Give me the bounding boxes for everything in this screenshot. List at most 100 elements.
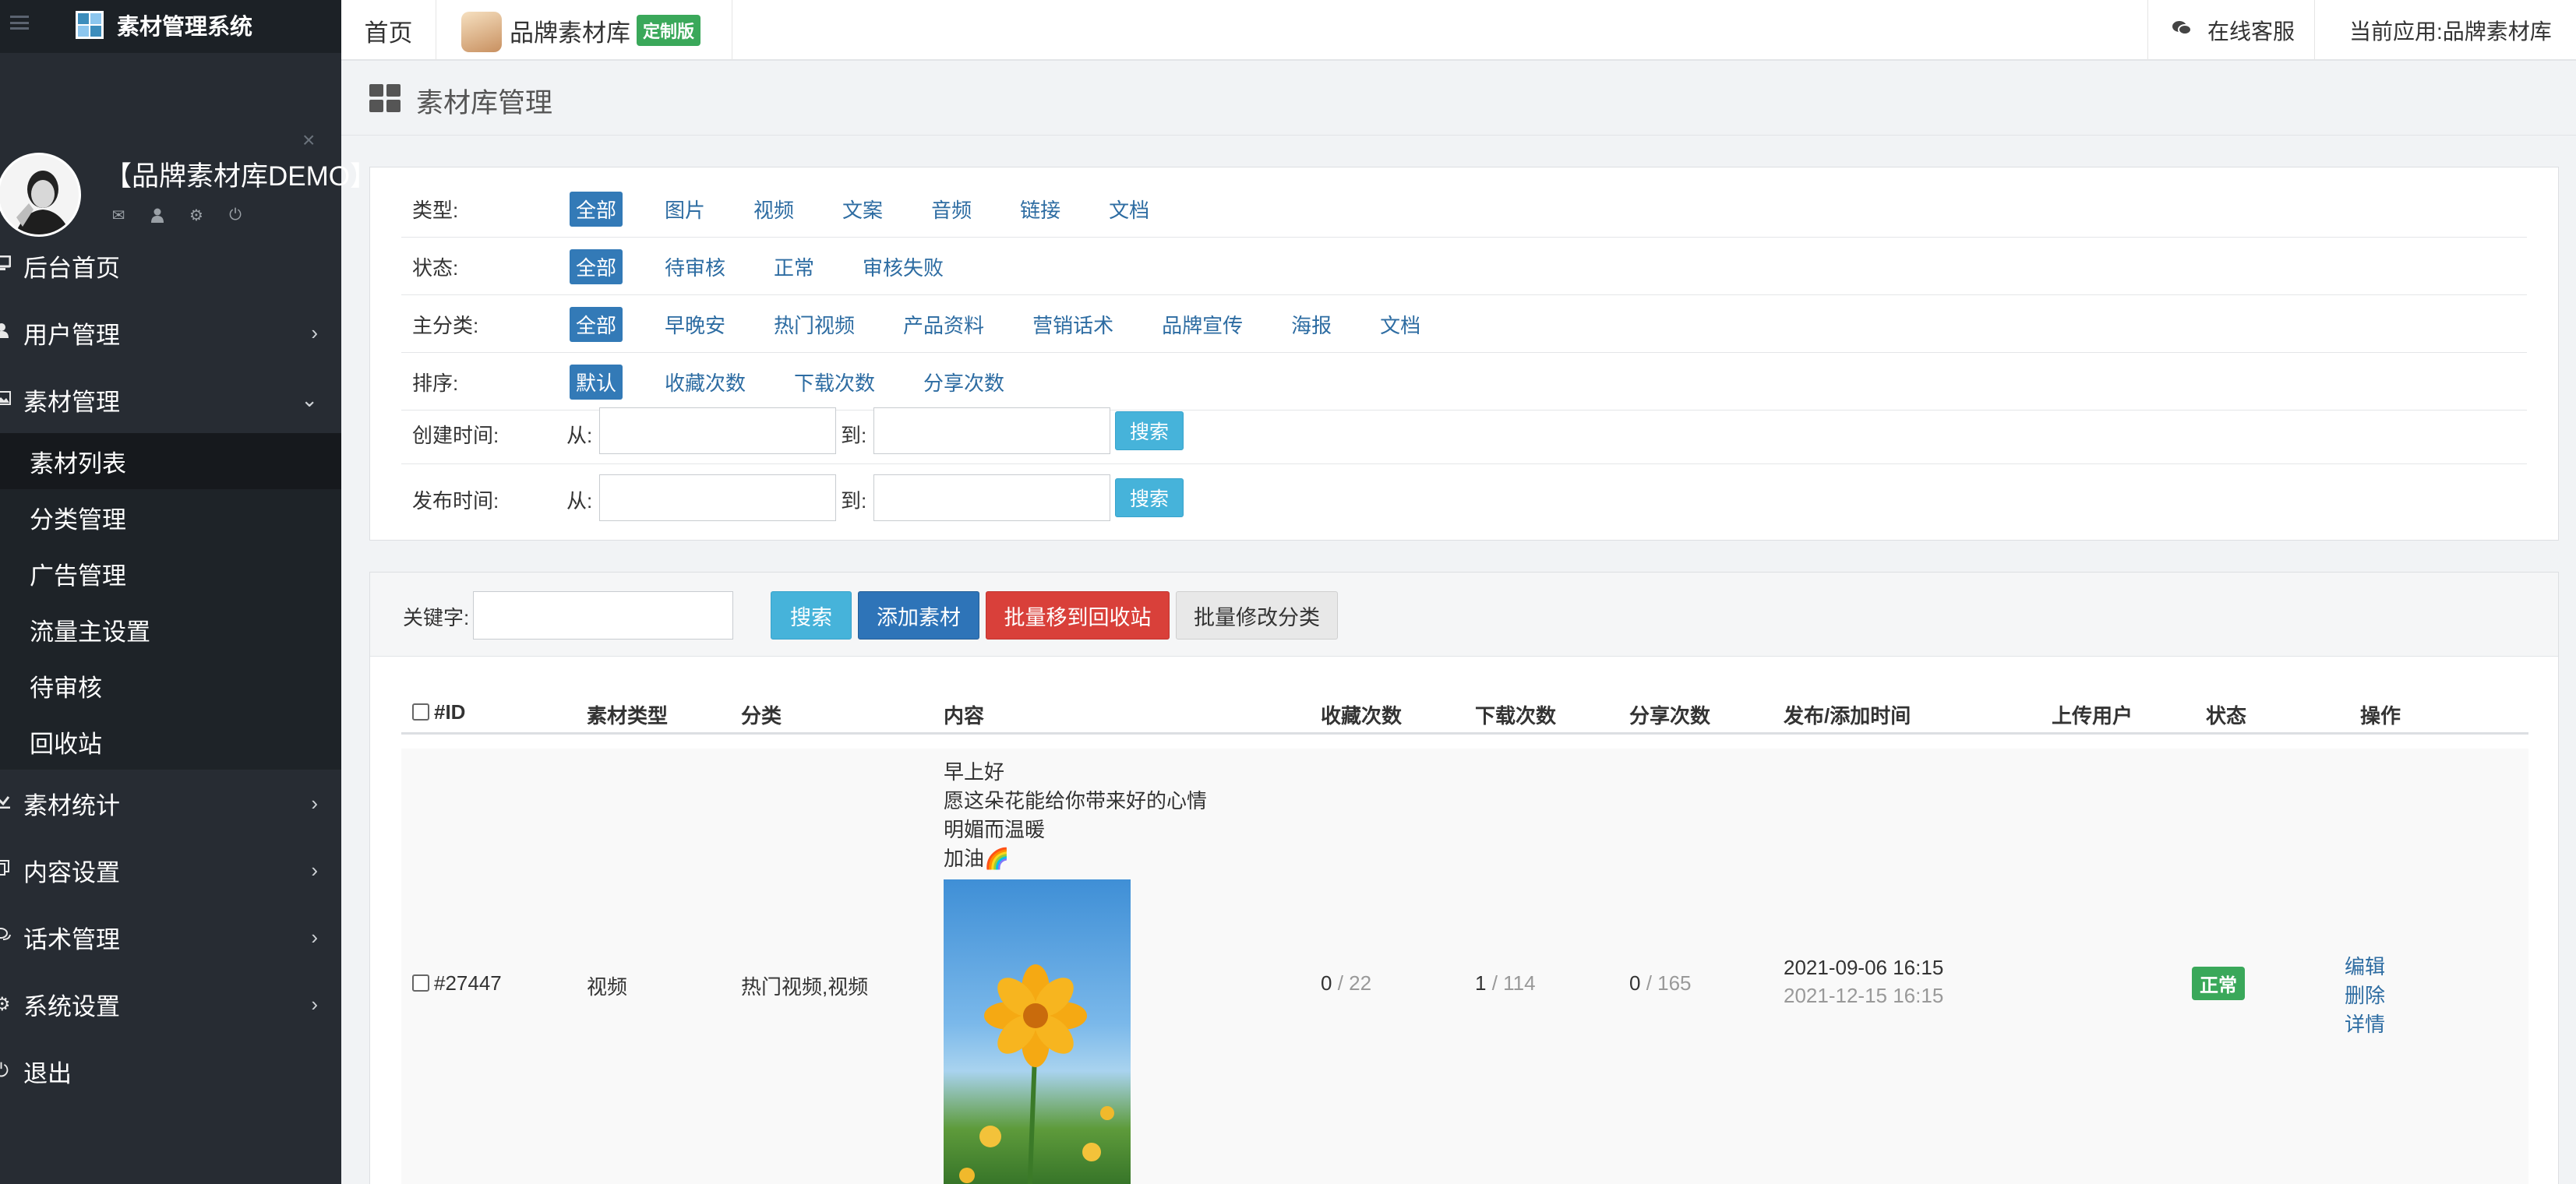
select-all-checkbox[interactable] [412,703,429,721]
row-actions: 编辑 删除 详情 [2345,953,2385,1039]
add-material-button[interactable]: 添加素材 [858,591,979,640]
sub-item-traffic[interactable]: 流量主设置 [0,601,341,657]
envelope-icon[interactable]: ✉ [109,206,128,224]
filter-option[interactable]: 图片 [658,192,711,227]
batch-category-button[interactable]: 批量修改分类 [1176,591,1338,640]
sub-item-ads[interactable]: 广告管理 [0,545,341,601]
brand-name: 素材管理系统 [117,15,253,40]
keyword-search-button[interactable]: 搜索 [771,591,852,640]
published-from-input[interactable] [599,474,836,521]
row-publish-time: 2021-09-06 16:15 [1784,956,1944,979]
nav-label: 素材统计 [23,791,120,819]
published-search-button[interactable]: 搜索 [1115,478,1184,517]
sidebar: 素材管理系统 × 【品牌素材库DEMO】 ✉ ⚙ ⏻ 后台首页 用户管理 › 素… [0,0,377,1184]
nav-item-logout[interactable]: ⏻ 退出 [0,1038,341,1105]
filter-option[interactable]: 正常 [768,249,820,284]
comments-icon [2172,19,2195,42]
keyword-input[interactable] [473,591,733,640]
sort-option[interactable]: 下载次数 [788,365,881,400]
home-link[interactable]: 首页 [341,0,436,61]
app-badge: 定制版 [637,15,701,46]
filter-option[interactable]: 全部 [570,306,623,342]
sort-option[interactable]: 分享次数 [917,365,1011,400]
filter-option[interactable]: 文档 [1374,307,1427,342]
nav-label: 用户管理 [23,321,120,349]
edit-link[interactable]: 编辑 [2345,953,2385,981]
nav-item-content-settings[interactable]: 内容设置 › [0,837,341,904]
filter-option[interactable]: 全部 [570,248,623,284]
filter-option[interactable]: 品牌宣传 [1156,307,1249,342]
user-icon[interactable] [148,206,167,224]
filter-option[interactable]: 热门视频 [768,307,861,342]
sub-item-material-list[interactable]: 素材列表 [0,433,341,489]
profile-name: 【品牌素材库DEMO】 [104,161,378,192]
batch-recycle-button[interactable]: 批量移到回收站 [986,591,1170,640]
page-header: 素材库管理 [341,62,2576,136]
app-name: 品牌素材库 [510,19,630,47]
filter-option[interactable]: 早晚安 [658,307,732,342]
filter-label: 状态: [412,255,459,280]
app-icon [461,12,502,52]
app-switcher[interactable]: 品牌素材库 定制版 [436,0,732,61]
chart-icon [0,792,20,814]
download-total: / 114 [1486,971,1536,995]
fav-count: 0 [1321,971,1332,995]
chevron-right-icon: › [311,925,318,949]
chevron-right-icon: › [311,321,318,344]
nav-item-stats[interactable]: 素材统计 › [0,770,341,837]
filter-option[interactable]: 产品资料 [897,307,990,342]
created-search-button[interactable]: 搜索 [1115,411,1184,450]
menu-toggle-icon[interactable] [8,11,31,34]
filter-option[interactable]: 审核失败 [856,249,950,284]
current-app[interactable]: 当前应用:品牌素材库 [2314,0,2576,61]
created-to-input[interactable] [873,407,1110,454]
row-category: 热门视频,视频 [741,975,869,999]
delete-link[interactable]: 删除 [2345,981,2385,1010]
video-thumbnail[interactable] [944,879,1131,1184]
filter-option[interactable]: 待审核 [658,249,732,284]
row-checkbox[interactable] [412,974,429,992]
filter-option[interactable]: 音频 [925,192,978,227]
nav-item-system-settings[interactable]: ⚙ 系统设置 › [0,971,341,1038]
sort-option[interactable]: 默认 [570,364,623,400]
nav-item-users[interactable]: 用户管理 › [0,299,341,366]
power-icon[interactable]: ⏻ [226,206,245,224]
chevron-down-icon: ⌄ [301,388,318,411]
content-line: 愿这朵花能给你带来好的心情 [944,789,1208,812]
nav-item-materials[interactable]: 素材管理 ⌄ [0,366,341,433]
published-to-input[interactable] [873,474,1110,521]
copy-icon [0,859,20,881]
row-id: #27447 [412,971,502,995]
close-icon[interactable]: × [302,128,315,153]
row-add-time: 2021-12-15 16:15 [1784,984,1944,1007]
filter-option[interactable]: 全部 [570,191,623,227]
list-toolbar: 关键字: 搜索 添加素材 批量移到回收站 批量修改分类 [370,573,2558,657]
filter-label: 主分类: [412,313,479,337]
filter-option[interactable]: 文案 [836,192,889,227]
filter-option[interactable]: 视频 [747,192,800,227]
header-label: #ID [434,700,466,724]
sub-item-category[interactable]: 分类管理 [0,489,341,545]
filter-option[interactable]: 文档 [1103,192,1156,227]
row-id-label: #27447 [434,971,502,995]
gear-icon[interactable]: ⚙ [187,206,206,224]
material-list-panel: 关键字: 搜索 添加素材 批量移到回收站 批量修改分类 #ID 素材类型 分类 … [369,572,2559,1184]
row-favorites: 0 / 22 [1321,971,1371,995]
chevron-right-icon: › [311,791,318,815]
header-content: 内容 [944,704,985,728]
filter-option[interactable]: 营销话术 [1026,307,1120,342]
nav-item-scripts[interactable]: 话术管理 › [0,904,341,971]
sort-option[interactable]: 收藏次数 [658,365,752,400]
detail-link[interactable]: 详情 [2345,1010,2385,1039]
filter-option[interactable]: 链接 [1014,192,1067,227]
dashboard-icon [369,84,401,112]
sub-item-recycle[interactable]: 回收站 [0,714,341,770]
header-actions: 操作 [2360,704,2401,728]
share-count: 0 [1629,971,1641,995]
nav-item-dashboard[interactable]: 后台首页 [0,232,341,299]
sub-item-pending[interactable]: 待审核 [0,657,341,714]
download-count: 1 [1475,971,1487,995]
filter-option[interactable]: 海报 [1285,307,1338,342]
from-label: 从: [566,424,593,447]
created-from-input[interactable] [599,407,836,454]
